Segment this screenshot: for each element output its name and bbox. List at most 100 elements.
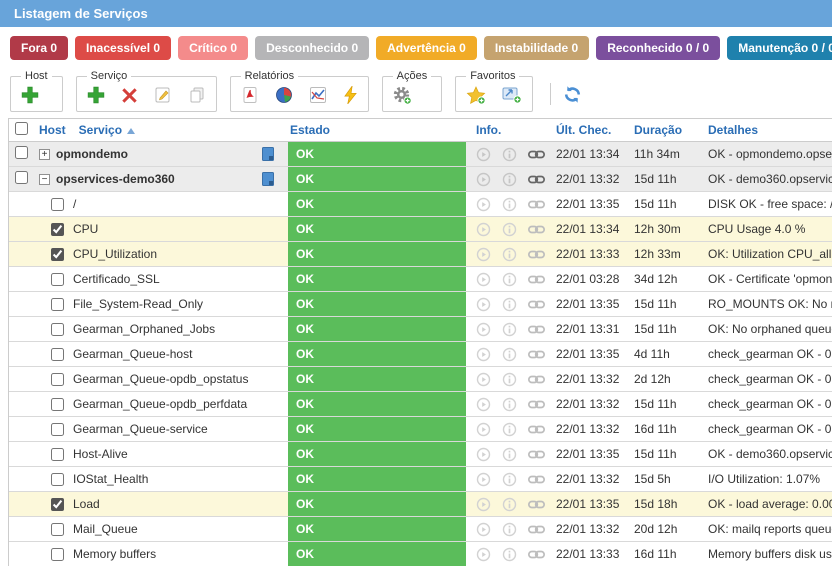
info-icon[interactable] [502,322,517,337]
recheck-icon[interactable] [476,147,491,162]
recheck-icon[interactable] [476,397,491,412]
recheck-icon[interactable] [476,322,491,337]
service-select-checkbox[interactable] [51,373,64,386]
link-icon[interactable] [528,549,545,560]
link-icon[interactable] [528,349,545,360]
row-name-link[interactable]: Certificado_SSL [73,272,160,286]
row-name-link[interactable]: Gearman_Queue-opdb_opstatus [73,372,248,386]
expand-toggle-icon[interactable]: − [39,174,50,185]
link-icon[interactable] [528,449,545,460]
host-icon[interactable] [262,147,274,161]
link-icon[interactable] [528,249,545,260]
info-icon[interactable] [502,297,517,312]
status-badge[interactable]: Crítico 0 [178,36,248,60]
recheck-icon[interactable] [476,197,491,212]
row-name-link[interactable]: IOStat_Health [73,472,148,486]
info-icon[interactable] [502,547,517,562]
favorite-star-add-icon[interactable] [466,86,486,105]
add-service-icon[interactable] [87,86,105,104]
service-select-checkbox[interactable] [51,398,64,411]
service-select-checkbox[interactable] [51,298,64,311]
service-select-checkbox[interactable] [51,423,64,436]
col-header-estado[interactable]: Estado [288,123,466,137]
recheck-icon[interactable] [476,422,491,437]
service-select-checkbox[interactable] [51,198,64,211]
recheck-icon[interactable] [476,522,491,537]
info-icon[interactable] [502,422,517,437]
recheck-icon[interactable] [476,222,491,237]
info-icon[interactable] [502,222,517,237]
service-select-checkbox[interactable] [51,223,64,236]
status-badge[interactable]: Inacessível 0 [75,36,171,60]
pdf-report-icon[interactable] [241,86,259,104]
service-select-checkbox[interactable] [51,548,64,561]
row-select-checkbox[interactable] [15,171,28,184]
link-icon[interactable] [528,474,545,485]
link-icon[interactable] [528,524,545,535]
link-icon[interactable] [528,149,545,160]
row-name-link[interactable]: Gearman_Queue-service [73,422,208,436]
recheck-icon[interactable] [476,247,491,262]
col-header-duracao[interactable]: Duração [634,123,708,137]
add-host-icon[interactable] [21,86,39,104]
info-icon[interactable] [502,447,517,462]
link-icon[interactable] [528,299,545,310]
service-select-checkbox[interactable] [51,473,64,486]
graph-report-icon[interactable] [309,86,327,104]
row-name-link[interactable]: CPU_Utilization [73,247,157,261]
delete-service-icon[interactable] [121,87,138,104]
select-all-checkbox[interactable] [15,122,28,135]
row-name-link[interactable]: Gearman_Queue-opdb_perfdata [73,397,247,411]
col-header-detalhes[interactable]: Detalhes [708,123,832,137]
edit-service-icon[interactable] [154,86,172,104]
service-select-checkbox[interactable] [51,273,64,286]
favorite-screen-add-icon[interactable] [502,86,522,104]
recheck-icon[interactable] [476,497,491,512]
link-icon[interactable] [528,424,545,435]
row-name-link[interactable]: / [73,197,76,211]
row-name-link[interactable]: Host-Alive [73,447,128,461]
status-badge[interactable]: Advertência 0 [376,36,477,60]
service-select-checkbox[interactable] [51,348,64,361]
link-icon[interactable] [528,399,545,410]
row-name-link[interactable]: opservices-demo360 [56,172,175,186]
info-icon[interactable] [502,272,517,287]
service-select-checkbox[interactable] [51,523,64,536]
status-badge[interactable]: Fora 0 [10,36,68,60]
row-name-link[interactable]: Gearman_Queue-host [73,347,192,361]
info-icon[interactable] [502,397,517,412]
actions-gear-icon[interactable] [393,86,412,105]
status-badge[interactable]: Reconhecido 0 / 0 [596,36,720,60]
link-icon[interactable] [528,199,545,210]
link-icon[interactable] [528,499,545,510]
service-select-checkbox[interactable] [51,498,64,511]
col-header-servico[interactable]: Serviço [79,123,135,137]
info-icon[interactable] [502,347,517,362]
recheck-icon[interactable] [476,372,491,387]
info-icon[interactable] [502,197,517,212]
recheck-icon[interactable] [476,272,491,287]
info-icon[interactable] [502,147,517,162]
recheck-icon[interactable] [476,172,491,187]
recheck-icon[interactable] [476,297,491,312]
status-badge[interactable]: Instabilidade 0 [484,36,589,60]
info-icon[interactable] [502,247,517,262]
row-name-link[interactable]: Mail_Queue [73,522,138,536]
row-name-link[interactable]: Load [73,497,100,511]
service-select-checkbox[interactable] [51,448,64,461]
pie-chart-report-icon[interactable] [275,86,293,104]
col-header-info[interactable]: Info. [466,123,556,137]
info-icon[interactable] [502,497,517,512]
info-icon[interactable] [502,522,517,537]
info-icon[interactable] [502,172,517,187]
info-icon[interactable] [502,372,517,387]
expand-toggle-icon[interactable]: + [39,149,50,160]
col-header-ult-chec[interactable]: Últ. Chec. [556,123,634,137]
row-name-link[interactable]: opmondemo [56,147,128,161]
link-icon[interactable] [528,374,545,385]
refresh-icon[interactable] [563,85,582,104]
info-icon[interactable] [502,472,517,487]
recheck-icon[interactable] [476,447,491,462]
row-name-link[interactable]: Memory buffers [73,547,156,561]
link-icon[interactable] [528,174,545,185]
